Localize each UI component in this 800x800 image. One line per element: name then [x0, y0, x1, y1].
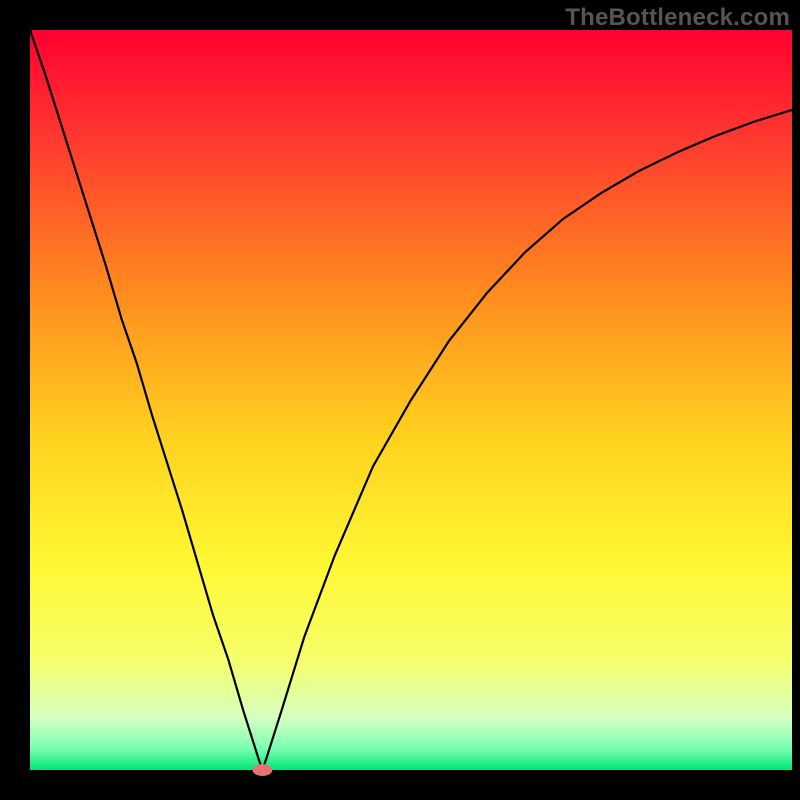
chart-frame: { "watermark": "TheBottleneck.com", "cha…: [0, 0, 800, 800]
bottleneck-chart: [0, 0, 800, 800]
optimal-point-marker: [252, 764, 272, 776]
watermark-label: TheBottleneck.com: [565, 4, 790, 32]
